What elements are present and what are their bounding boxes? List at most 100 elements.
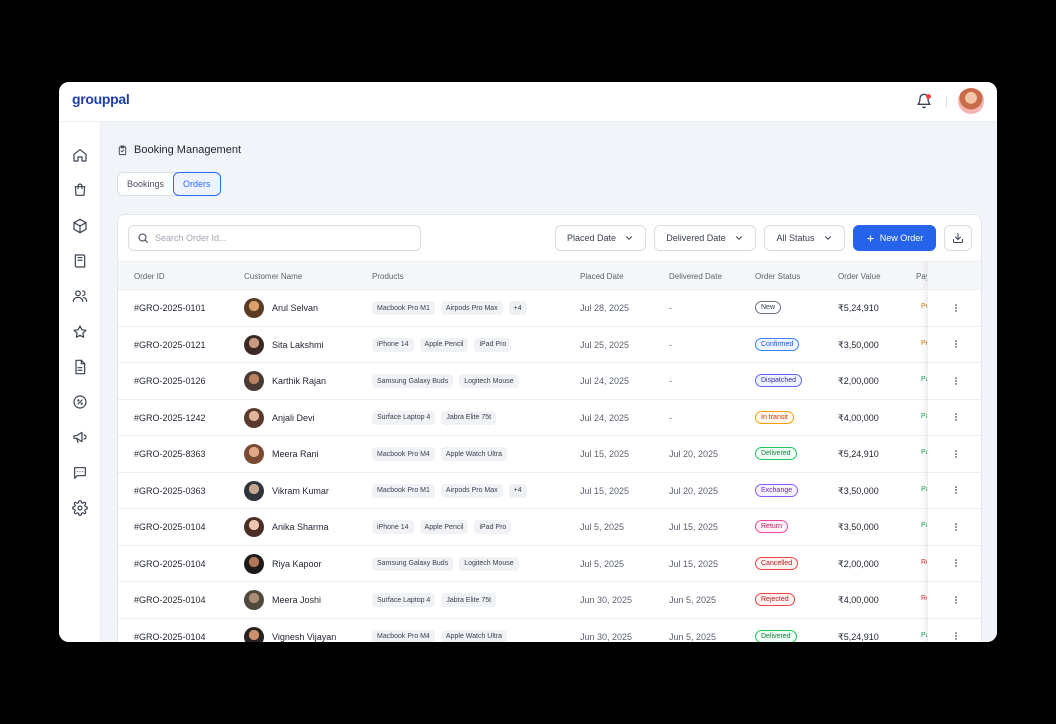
- search-box[interactable]: [128, 225, 421, 251]
- placed-date: Jul 15, 2025: [580, 449, 630, 459]
- customer-avatar: [244, 298, 264, 318]
- tab-orders[interactable]: Orders: [173, 172, 221, 196]
- col-order-value[interactable]: Order Value: [838, 272, 881, 281]
- status-badge: New: [755, 301, 782, 314]
- delivered-date: Jul 15, 2025: [669, 522, 719, 532]
- logo[interactable]: grouppal: [72, 91, 130, 107]
- table-row[interactable]: #GRO-2025-1242 Anjali Devi Surface Laptop …: [118, 400, 981, 436]
- col-customer-name[interactable]: Customer Name: [244, 272, 302, 281]
- order-id[interactable]: #GRO-2025-0126: [134, 376, 206, 386]
- products-cell: Macbook Pro M1 Airpods Pro Max +4: [372, 301, 527, 315]
- box-icon[interactable]: [72, 218, 88, 234]
- customer-cell: Vikram Kumar: [244, 480, 329, 501]
- table-row[interactable]: #GRO-2025-0104 Vignesh Vijayan Macbook Pro…: [118, 619, 981, 642]
- order-id[interactable]: #GRO-2025-0363: [134, 486, 206, 496]
- order-value: ₹2,00,000: [838, 376, 879, 386]
- products-cell: Samsung Galaxy Buds Logitech Mouse: [372, 556, 519, 571]
- products-cell: Surface Laptop 4 Jabra Elite 75t: [372, 593, 497, 607]
- discount-icon[interactable]: [72, 394, 88, 410]
- download-icon: [953, 233, 963, 243]
- search-icon: [138, 233, 148, 243]
- delivered-date-filter[interactable]: Delivered Date: [654, 225, 756, 251]
- customer-name: Anika Sharma: [272, 522, 329, 532]
- customer-avatar: [244, 517, 264, 537]
- customer-name: Sita Lakshmi: [272, 339, 324, 350]
- order-id[interactable]: #GRO-2025-0104: [134, 595, 206, 605]
- users-icon[interactable]: [72, 288, 88, 304]
- megaphone-icon[interactable]: [72, 429, 88, 445]
- row-actions-button[interactable]: [928, 290, 981, 327]
- products-cell: iPhone 14 Apple Pencil iPad Pro: [372, 337, 512, 352]
- col-placed-date[interactable]: Placed Date: [580, 272, 624, 281]
- settings-icon[interactable]: [72, 500, 88, 516]
- customer-name: Meera Joshi: [272, 595, 322, 605]
- customer-name: Karthik Rajan: [272, 376, 327, 386]
- user-avatar[interactable]: [958, 88, 984, 114]
- product-chip: Macbook Pro M1: [372, 301, 435, 315]
- status-badge: In transit: [755, 410, 794, 424]
- placed-date: Jun 30, 2025: [580, 631, 633, 642]
- clipboard-check-icon: [118, 144, 127, 155]
- status-filter[interactable]: All Status: [764, 225, 845, 251]
- table-row[interactable]: #GRO-2025-0104 Anika Sharma iPhone 14 Apple…: [118, 509, 981, 546]
- order-id[interactable]: #GRO-2025-1242: [134, 413, 206, 423]
- product-chip: Samsung Galaxy Buds: [372, 556, 454, 571]
- row-actions-button[interactable]: [928, 582, 981, 619]
- customer-cell: Meera Rani: [244, 444, 319, 464]
- more-products-chip[interactable]: +4: [508, 301, 527, 315]
- order-id[interactable]: #GRO-2025-8363: [134, 449, 206, 459]
- product-chip: Airpods Pro Max: [440, 483, 503, 498]
- table-row[interactable]: #GRO-2025-8363 Meera Rani Macbook Pro M4 Ap…: [118, 436, 981, 473]
- search-input[interactable]: [155, 233, 405, 243]
- home-icon[interactable]: [72, 147, 88, 163]
- tab-bookings[interactable]: Bookings: [118, 173, 173, 195]
- customer-name: Anjali Devi: [272, 412, 315, 423]
- col-order-status[interactable]: Order Status: [755, 272, 800, 281]
- download-button[interactable]: [944, 225, 972, 251]
- row-actions-button[interactable]: [928, 400, 981, 436]
- chat-icon[interactable]: [72, 465, 88, 481]
- order-id[interactable]: #GRO-2025-0104: [134, 559, 206, 569]
- more-vertical-icon: [954, 413, 957, 421]
- table-row[interactable]: #GRO-2025-0121 Sita Lakshmi iPhone 14 Apple…: [118, 327, 981, 363]
- table-row[interactable]: #GRO-2025-0101 Arul Selvan Macbook Pro M1 A…: [118, 290, 981, 327]
- row-actions-button[interactable]: [928, 327, 981, 363]
- status-badge: Delivered: [755, 447, 797, 460]
- product-chip: Surface Laptop 4: [372, 593, 436, 607]
- book-icon[interactable]: [72, 253, 88, 269]
- document-icon[interactable]: [72, 359, 88, 375]
- delivered-date: Jul 20, 2025: [669, 485, 719, 496]
- col-order-id[interactable]: Order ID: [134, 272, 165, 281]
- placed-date: Jul 5, 2025: [580, 522, 625, 532]
- table-row[interactable]: #GRO-2025-0104 Meera Joshi Surface Laptop …: [118, 582, 981, 619]
- placed-date-filter[interactable]: Placed Date: [555, 225, 646, 251]
- col-delivered-date[interactable]: Delivered Date: [669, 272, 722, 281]
- star-icon[interactable]: [72, 324, 88, 340]
- new-order-button[interactable]: New Order: [853, 225, 936, 251]
- status-badge: Dispatched: [755, 374, 803, 387]
- breadcrumb: Booking Management: [117, 144, 241, 156]
- order-id[interactable]: #GRO-2025-0101: [134, 303, 206, 313]
- row-actions-button[interactable]: [928, 436, 981, 473]
- row-actions-button[interactable]: [928, 363, 981, 400]
- order-id[interactable]: #GRO-2025-0104: [134, 632, 206, 642]
- product-chip: iPad Pro: [474, 337, 512, 352]
- row-actions-button[interactable]: [928, 473, 981, 509]
- shopping-bag-icon[interactable]: [72, 182, 88, 198]
- table-row[interactable]: #GRO-2025-0363 Vikram Kumar Macbook Pro M1…: [118, 473, 981, 509]
- customer-avatar: [244, 626, 264, 642]
- delivered-date: -: [669, 412, 672, 423]
- row-actions-button[interactable]: [928, 546, 981, 582]
- more-products-chip[interactable]: +4: [508, 483, 527, 498]
- col-products[interactable]: Products: [372, 272, 404, 281]
- customer-name: Vignesh Vijayan: [272, 631, 337, 642]
- row-actions-button[interactable]: [928, 509, 981, 546]
- product-chip: Surface Laptop 4: [372, 410, 436, 425]
- table-row[interactable]: #GRO-2025-0104 Riya Kapoor Samsung Galaxy …: [118, 546, 981, 582]
- actions-column: [927, 261, 981, 643]
- order-id[interactable]: #GRO-2025-0104: [134, 522, 206, 532]
- row-actions-button[interactable]: [928, 619, 981, 643]
- order-id[interactable]: #GRO-2025-0121: [134, 340, 206, 350]
- table-row[interactable]: #GRO-2025-0126 Karthik Rajan Samsung Galax…: [118, 363, 981, 400]
- customer-cell: Sita Lakshmi: [244, 334, 324, 355]
